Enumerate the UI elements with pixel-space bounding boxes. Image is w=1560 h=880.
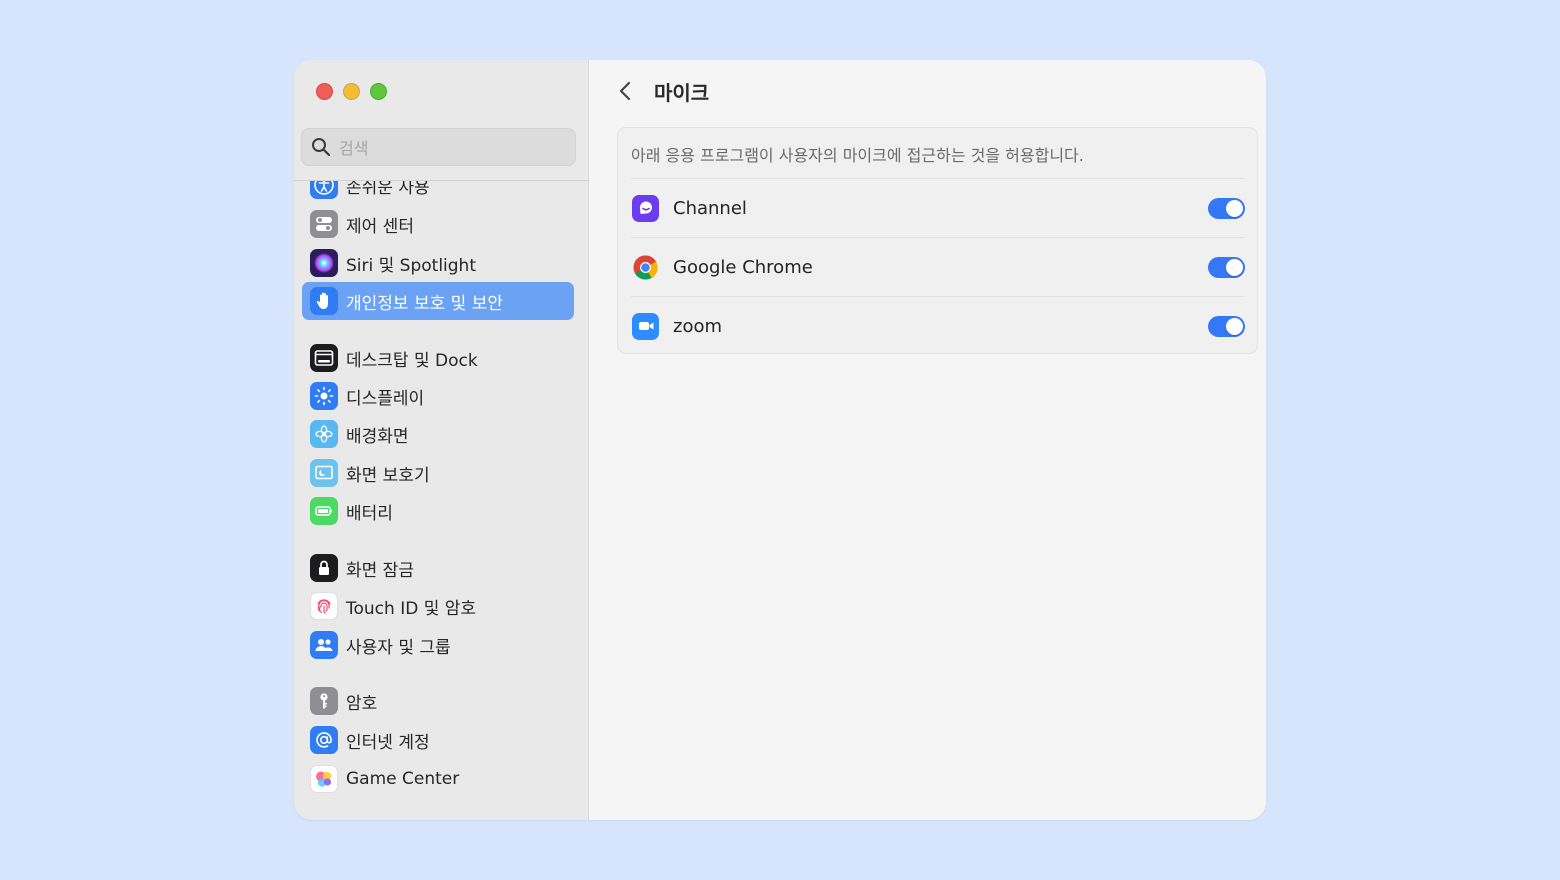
content-pane: 마이크 아래 응용 프로그램이 사용자의 마이크에 접근하는 것을 허용합니다.…	[590, 60, 1266, 820]
chevron-left-icon[interactable]	[614, 79, 638, 103]
minimize-button[interactable]	[343, 83, 360, 100]
screensaver-icon	[310, 459, 338, 487]
app-name: zoom	[673, 315, 723, 337]
search-input[interactable]: 검색	[301, 128, 576, 166]
zoom-icon	[632, 312, 659, 340]
sidebar-item-desktop-dock[interactable]: 데스크탑 및 Dock	[302, 339, 574, 377]
sidebar-item-label: 데스크탑 및 Dock	[346, 350, 478, 371]
microphone-toggle-google-chrome[interactable]	[1208, 256, 1245, 278]
sidebar-item-label: 배터리	[346, 503, 393, 524]
sidebar-item-label: 제어 센터	[346, 216, 414, 237]
sidebar-item-touch-id[interactable]: Touch ID 및 암호	[302, 587, 574, 625]
app-name: Google Chrome	[673, 256, 813, 278]
sidebar-item-battery[interactable]: 배터리	[302, 492, 574, 530]
game-center-icon	[310, 765, 338, 793]
hand-icon	[310, 287, 338, 315]
toggle-knob	[1226, 317, 1243, 335]
control-center-icon	[310, 210, 338, 238]
sidebar-item-label: Siri 및 Spotlight	[346, 255, 476, 276]
at-icon	[310, 726, 338, 754]
sidebar-item-label: 개인정보 보호 및 보안	[346, 293, 503, 314]
traffic-lights	[316, 83, 387, 100]
chrome-icon	[632, 254, 659, 281]
permission-description: 아래 응용 프로그램이 사용자의 마이크에 접근하는 것을 허용합니다.	[631, 146, 1084, 165]
search-icon	[312, 138, 331, 157]
sidebar-item-wallpaper[interactable]: 배경화면	[302, 415, 574, 453]
siri-icon	[310, 249, 338, 277]
sidebar-item-siri-spotlight[interactable]: Siri 및 Spotlight	[302, 244, 574, 282]
toggle-knob	[1226, 258, 1243, 276]
key-icon	[310, 687, 338, 715]
page-title: 마이크	[654, 81, 710, 105]
sidebar-item-display[interactable]: 디스플레이	[302, 377, 574, 415]
dock-icon	[310, 344, 338, 372]
sidebar-item-label: 손쉬운 사용	[346, 181, 430, 198]
users-icon	[310, 631, 338, 659]
battery-icon	[310, 497, 338, 525]
fingerprint-icon	[310, 592, 338, 620]
lock-icon	[310, 554, 338, 582]
zoom-button[interactable]	[370, 83, 387, 100]
app-row-channel: Channel	[618, 179, 1257, 237]
app-row-google-chrome: Google Chrome	[618, 238, 1257, 296]
sidebar-item-users-groups[interactable]: 사용자 및 그룹	[302, 626, 574, 664]
sidebar-item-label: Game Center	[346, 769, 460, 789]
permissions-panel: 아래 응용 프로그램이 사용자의 마이크에 접근하는 것을 허용합니다. Cha…	[617, 127, 1258, 354]
sidebar-item-label: 사용자 및 그룹	[346, 637, 451, 658]
sidebar-item-label: 인터넷 계정	[346, 732, 430, 753]
sidebar-item-internet-accounts[interactable]: 인터넷 계정	[302, 721, 574, 759]
sidebar-item-screensaver[interactable]: 화면 보호기	[302, 454, 574, 492]
sidebar-item-lock-screen[interactable]: 화면 잠금	[302, 549, 574, 587]
sidebar-item-label: 암호	[346, 693, 378, 714]
app-row-zoom: zoom	[618, 297, 1257, 355]
sidebar-item-label: 화면 잠금	[346, 560, 414, 581]
sidebar-item-control-center[interactable]: 제어 센터	[302, 205, 574, 243]
sidebar-item-privacy-security[interactable]: 개인정보 보호 및 보안	[302, 282, 574, 320]
search-placeholder: 검색	[339, 139, 369, 158]
settings-window: 검색 손쉬운 사용 제어 센터 Siri 및 Spotlight 개인정보 보호…	[294, 60, 1266, 820]
sidebar: 검색 손쉬운 사용 제어 센터 Siri 및 Spotlight 개인정보 보호…	[294, 60, 589, 820]
wallpaper-icon	[310, 420, 338, 448]
sidebar-item-label: Touch ID 및 암호	[346, 598, 477, 619]
toggle-knob	[1226, 199, 1243, 217]
channel-icon	[632, 194, 659, 222]
microphone-toggle-channel[interactable]	[1208, 197, 1245, 219]
close-button[interactable]	[316, 83, 333, 100]
display-icon	[310, 382, 338, 410]
microphone-toggle-zoom[interactable]	[1208, 315, 1245, 337]
sidebar-item-label: 화면 보호기	[346, 465, 430, 486]
sidebar-item-game-center[interactable]: Game Center	[302, 760, 574, 798]
accessibility-icon	[310, 181, 338, 199]
sidebar-item-accessibility[interactable]: 손쉬운 사용	[302, 181, 574, 204]
app-name: Channel	[673, 197, 747, 219]
sidebar-item-passwords[interactable]: 암호	[302, 682, 574, 720]
sidebar-list: 손쉬운 사용 제어 센터 Siri 및 Spotlight 개인정보 보호 및 …	[294, 181, 589, 820]
sidebar-item-label: 디스플레이	[346, 388, 425, 409]
sidebar-item-label: 배경화면	[346, 426, 409, 447]
